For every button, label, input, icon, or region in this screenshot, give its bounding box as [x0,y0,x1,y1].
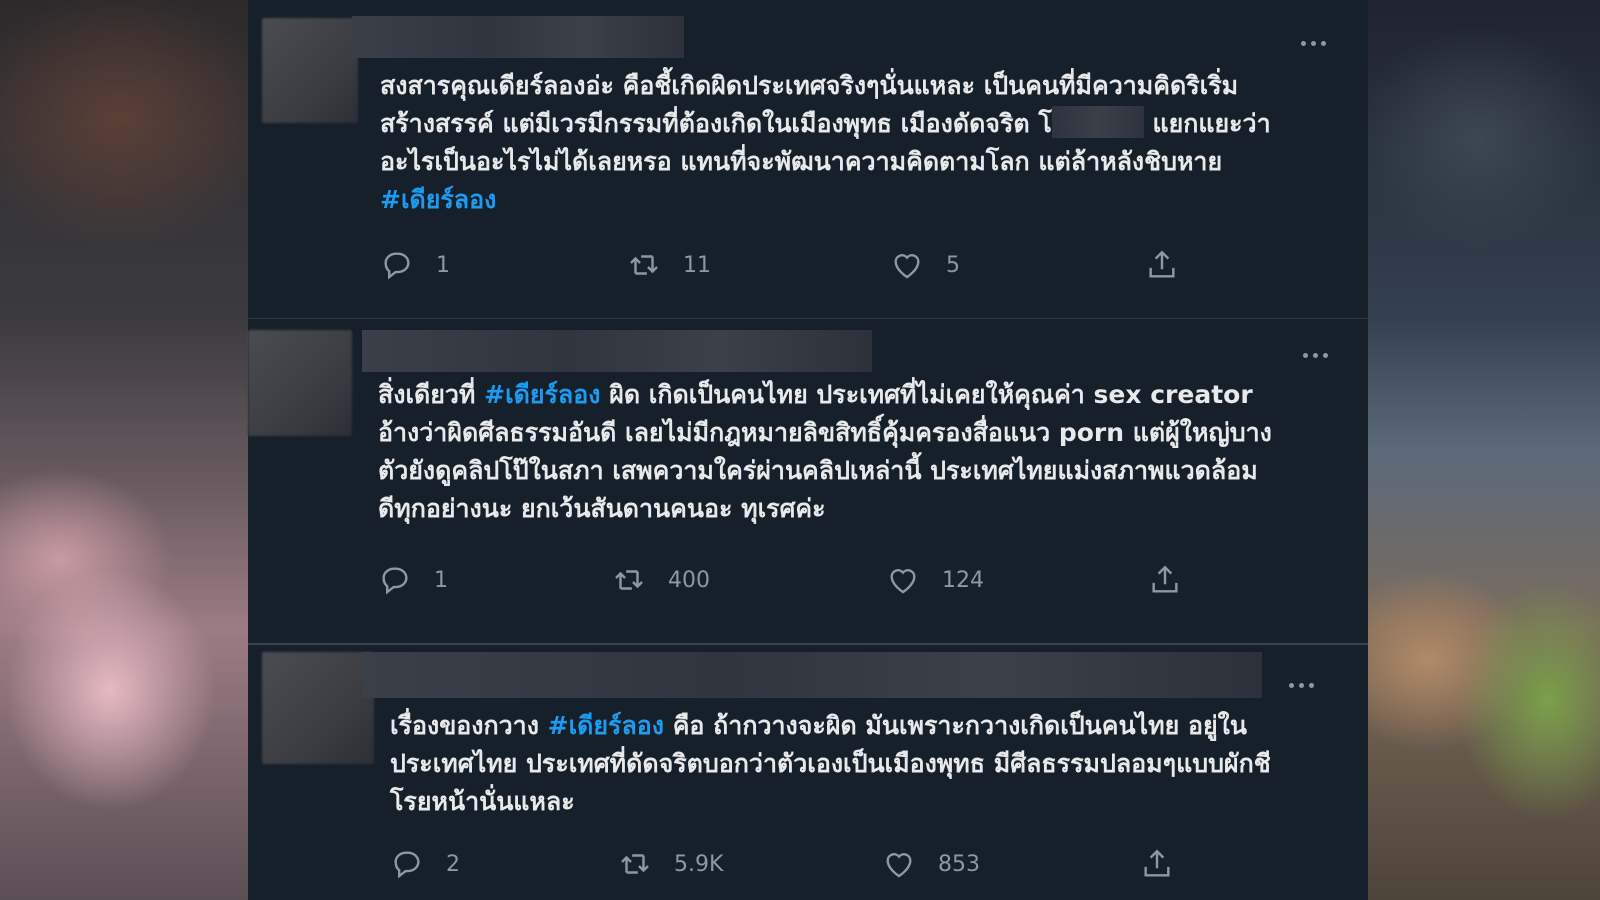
hashtag-link[interactable]: #เดียร์ลอง [380,185,496,214]
share-button[interactable] [1140,844,1174,884]
heart-icon [890,569,916,594]
author-name-censored [352,16,684,58]
more-icon[interactable] [1296,36,1330,50]
tweet-text: เรื่องของกวาง #เดียร์ลอง คือ ถ้ากวางจะผิ… [390,707,1350,821]
like-count: 124 [942,567,984,593]
reply-count: 1 [436,252,450,278]
divider [248,643,1368,645]
retweet-icon [630,255,658,275]
retweet-icon [615,570,643,590]
reply-icon [384,252,410,280]
avatar[interactable] [262,18,358,123]
divider [248,318,1368,319]
reply-count: 1 [434,567,448,593]
avatar[interactable] [248,330,352,436]
tweet-text-part: เรื่องของกวาง [390,711,548,740]
reply-count: 2 [446,851,460,877]
censored-word [1051,106,1144,138]
author-name-censored [362,652,1262,698]
like-count: 853 [938,851,980,877]
tweet-card[interactable]: สิ่งเดียวที่ #เดียร์ลอง ผิด เกิดเป็นคนไท… [248,328,1368,642]
more-icon[interactable] [1284,678,1318,692]
reply-button[interactable]: 2 [390,844,460,884]
more-icon[interactable] [1298,348,1332,362]
retweet-count: 11 [683,252,711,278]
reply-button[interactable]: 1 [378,560,448,600]
reply-icon [394,851,420,879]
heart-icon [894,254,920,279]
share-icon [1144,849,1170,877]
blurred-background-left [0,0,248,900]
hashtag-link[interactable]: #เดียร์ลอง [548,711,664,740]
like-button[interactable]: 124 [886,560,984,600]
tweet-text: สิ่งเดียวที่ #เดียร์ลอง ผิด เกิดเป็นคนไท… [378,376,1358,528]
like-button[interactable]: 5 [890,245,960,285]
tweet-actions: 2 5.9K 853 [390,844,1350,884]
share-icon [1149,250,1175,278]
retweet-button[interactable]: 11 [627,245,711,285]
like-button[interactable]: 853 [882,844,980,884]
retweet-icon [621,854,649,874]
share-icon [1152,565,1178,593]
like-count: 5 [946,252,960,278]
reply-button[interactable]: 1 [380,245,450,285]
share-button[interactable] [1148,560,1182,600]
tweet-actions: 1 400 124 [378,560,1338,600]
retweet-button[interactable]: 5.9K [618,844,723,884]
author-name-censored [362,330,872,372]
tweet-actions: 1 11 5 [380,245,1340,285]
avatar[interactable] [262,652,374,764]
blurred-background-right [1368,0,1600,900]
tweet-text: สงสารคุณเดียร์ลองอ่ะ คือชี้เกิดผิดประเทศ… [380,67,1340,219]
retweet-count: 400 [668,567,710,593]
tweet-card[interactable]: สงสารคุณเดียร์ลองอ่ะ คือชี้เกิดผิดประเทศ… [248,0,1368,318]
share-button[interactable] [1145,245,1179,285]
heart-icon [886,853,912,878]
tweet-text-part: สิ่งเดียวที่ [378,380,485,409]
hashtag-link[interactable]: #เดียร์ลอง [484,380,600,409]
tweet-feed: สงสารคุณเดียร์ลองอ่ะ คือชี้เกิดผิดประเทศ… [248,0,1368,900]
tweet-card[interactable]: เรื่องของกวาง #เดียร์ลอง คือ ถ้ากวางจะผิ… [248,646,1368,900]
retweet-count: 5.9K [674,851,724,877]
retweet-button[interactable]: 400 [612,560,710,600]
reply-icon [382,567,408,595]
